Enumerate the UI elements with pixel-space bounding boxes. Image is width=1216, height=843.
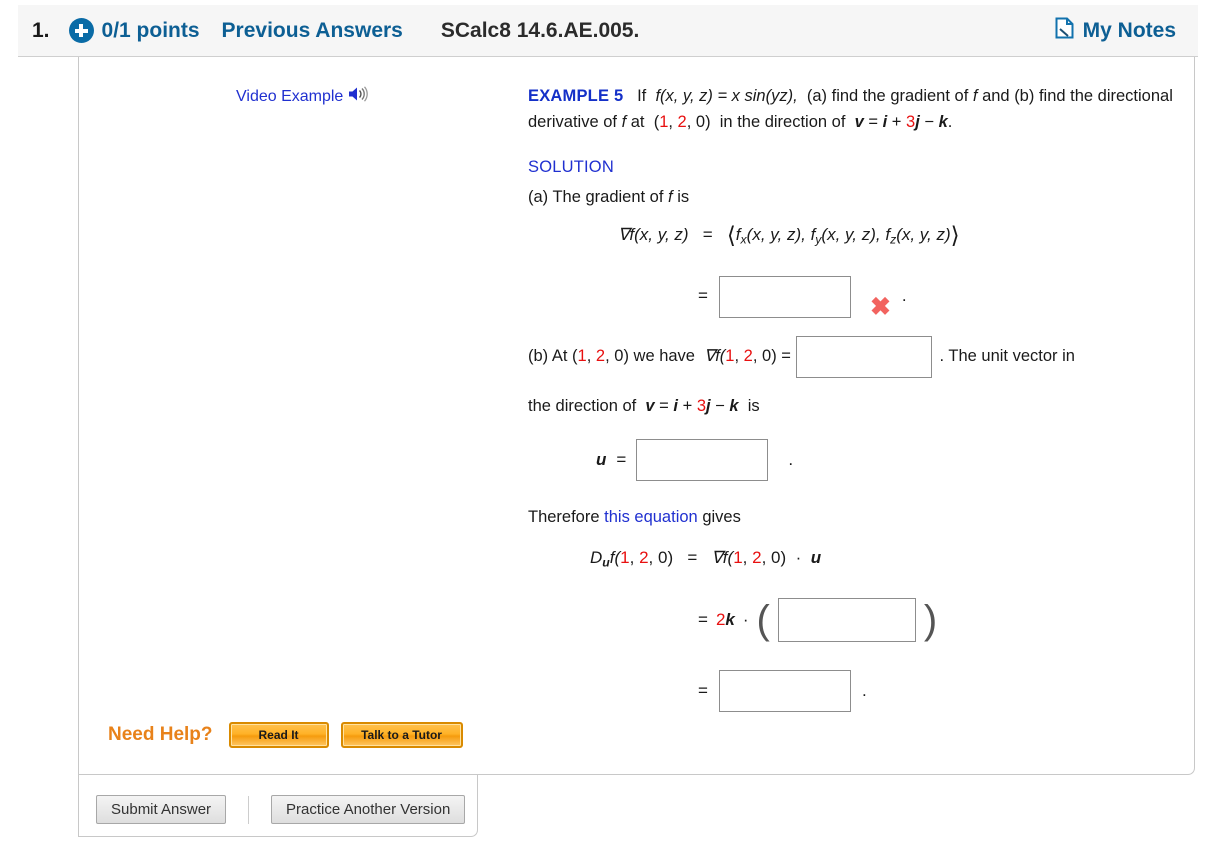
statement-part-a: (a) find the gradient of — [806, 87, 969, 105]
dot-operator: · — [742, 609, 749, 629]
equals-sign-2k: = — [698, 609, 708, 629]
part-b-suffix: . The unit vector in — [939, 347, 1075, 366]
part-b-direction-label: the direction of — [528, 396, 637, 415]
u-label: u — [596, 450, 607, 470]
part-b-line2: the direction of v = i + 3j − k is — [528, 394, 1178, 420]
part-b-equals: = — [781, 347, 791, 366]
statement-f-1: f — [972, 87, 978, 105]
duf-f: f( — [609, 547, 621, 567]
final-answer-row: = . — [698, 670, 1178, 713]
footer-buttons: Submit Answer Practice Another Version — [96, 795, 466, 824]
two-k-term: 2k — [715, 609, 735, 629]
need-help-label: Need Help? — [108, 724, 213, 745]
f-y-args: (x, y, z), — [821, 225, 886, 245]
equals-sign-final: = — [698, 680, 708, 700]
period-a: . — [901, 286, 907, 306]
statement-if: If — [637, 87, 647, 105]
practice-another-version-button[interactable]: Practice Another Version — [271, 795, 466, 824]
my-notes-button[interactable]: My Notes — [1055, 17, 1176, 44]
therefore-row: Therefore this equation gives — [528, 505, 1178, 531]
video-example-label: Video Example — [236, 87, 344, 105]
dot-product-row: = 2k · ( ) — [698, 597, 1178, 643]
gradient-answer-input[interactable] — [718, 275, 851, 318]
duf-grad: ∇f( — [711, 547, 734, 567]
statement-direction: in the direction of — [719, 112, 846, 131]
f-x-args: (x, y, z), — [746, 225, 811, 245]
gradient-lhs: ∇f(x, y, z) — [618, 225, 689, 245]
example-heading: EXAMPLE 5 — [528, 87, 624, 105]
part-b-label: (b) At — [528, 347, 568, 366]
gradient-at-point-input[interactable] — [795, 335, 932, 378]
gradient-equation: ∇f(x, y, z) = ⟨fx(x, y, z), fy(x, y, z),… — [618, 222, 1178, 249]
incorrect-x-icon: ✖ — [869, 293, 891, 322]
statement-point: (1, 2, 0) — [653, 112, 711, 131]
button-divider — [248, 795, 250, 824]
plus-circle-icon[interactable] — [68, 18, 94, 43]
duf-D: D — [590, 547, 603, 567]
part-b-mid: we have — [633, 347, 695, 366]
statement-part-b: and (b) find — [982, 87, 1066, 105]
vector-v-expression: v = i + 3j − k. — [854, 112, 953, 131]
talk-to-a-tutor-button[interactable]: Talk to a Tutor — [340, 722, 463, 748]
period-u: . — [788, 450, 794, 470]
part-a-f: f — [668, 187, 673, 206]
gradient-answer-row: = ✖ . — [698, 275, 1178, 321]
therefore-label: Therefore — [528, 508, 600, 527]
statement-at: at — [630, 112, 645, 131]
need-help-section: Need Help? Read It Talk to a Tutor — [108, 722, 463, 748]
vector-v-expression-2: v = i + 3j − k — [645, 396, 739, 415]
paren-open: ( — [756, 597, 770, 642]
previous-answers-link[interactable]: Previous Answers — [222, 19, 403, 43]
part-a-is: is — [677, 187, 690, 206]
exercise-page: 1. 0/1 points Previous Answers SCalc8 14… — [0, 0, 1216, 843]
unit-vector-input[interactable] — [636, 439, 769, 482]
statement-f-2: f — [621, 112, 627, 131]
exercise-id: SCalc8 14.6.AE.005. — [440, 18, 640, 42]
points-status: 0/1 points — [101, 18, 200, 42]
duf-equals: = — [687, 547, 698, 567]
submit-answer-button[interactable]: Submit Answer — [96, 795, 227, 824]
question-header: 1. 0/1 points Previous Answers SCalc8 14… — [18, 5, 1198, 57]
part-b-is: is — [747, 396, 760, 415]
dot-product-input[interactable] — [777, 598, 916, 643]
question-number: 1. — [32, 18, 50, 42]
directional-derivative-equation: Duf(1, 2, 0) = ∇f(1, 2, 0) · u — [590, 547, 822, 570]
speaker-sound-icon — [347, 85, 369, 108]
problem-body: EXAMPLE 5 If f(x, y, z) = x sin(yz), (a)… — [528, 84, 1178, 713]
f-z-args: (x, y, z) — [896, 225, 951, 245]
note-page-icon — [1055, 17, 1074, 44]
unit-vector-row: u = . — [596, 439, 1178, 482]
angle-open: ⟨ — [726, 222, 736, 249]
gradient-equals: = — [702, 225, 713, 245]
final-answer-input[interactable] — [718, 670, 851, 713]
video-example-link[interactable]: Video Example — [236, 85, 369, 108]
duf-u-vector: u — [810, 547, 822, 567]
part-b-point: (1, 2, 0) — [572, 347, 629, 366]
solution-heading: SOLUTION — [528, 158, 614, 177]
this-equation-link[interactable]: this equation — [604, 508, 698, 526]
statement-function: f(x, y, z) = x sin(yz), — [655, 87, 798, 105]
read-it-button[interactable]: Read It — [228, 722, 329, 748]
part-a-label: (a) The gradient of — [528, 187, 664, 206]
example-statement: EXAMPLE 5 If f(x, y, z) = x sin(yz), (a)… — [528, 84, 1178, 135]
my-notes-label: My Notes — [1082, 18, 1176, 42]
therefore-gives: gives — [702, 508, 741, 527]
angle-close: ⟩ — [950, 222, 960, 249]
duf-dot: · — [795, 547, 802, 567]
duf-u-subscript: u — [602, 555, 610, 570]
part-b-row: (b) At (1, 2, 0) we have ∇f(1, 2, 0) = .… — [528, 335, 1178, 378]
equals-sign-a: = — [698, 286, 708, 306]
paren-close: ) — [923, 597, 938, 642]
period-final: . — [861, 680, 867, 700]
part-a-text: (a) The gradient of f is — [528, 185, 1178, 211]
gradient-at-point-expr: ∇f(1, 2, 0) — [704, 347, 777, 366]
u-equals: = — [616, 450, 627, 470]
